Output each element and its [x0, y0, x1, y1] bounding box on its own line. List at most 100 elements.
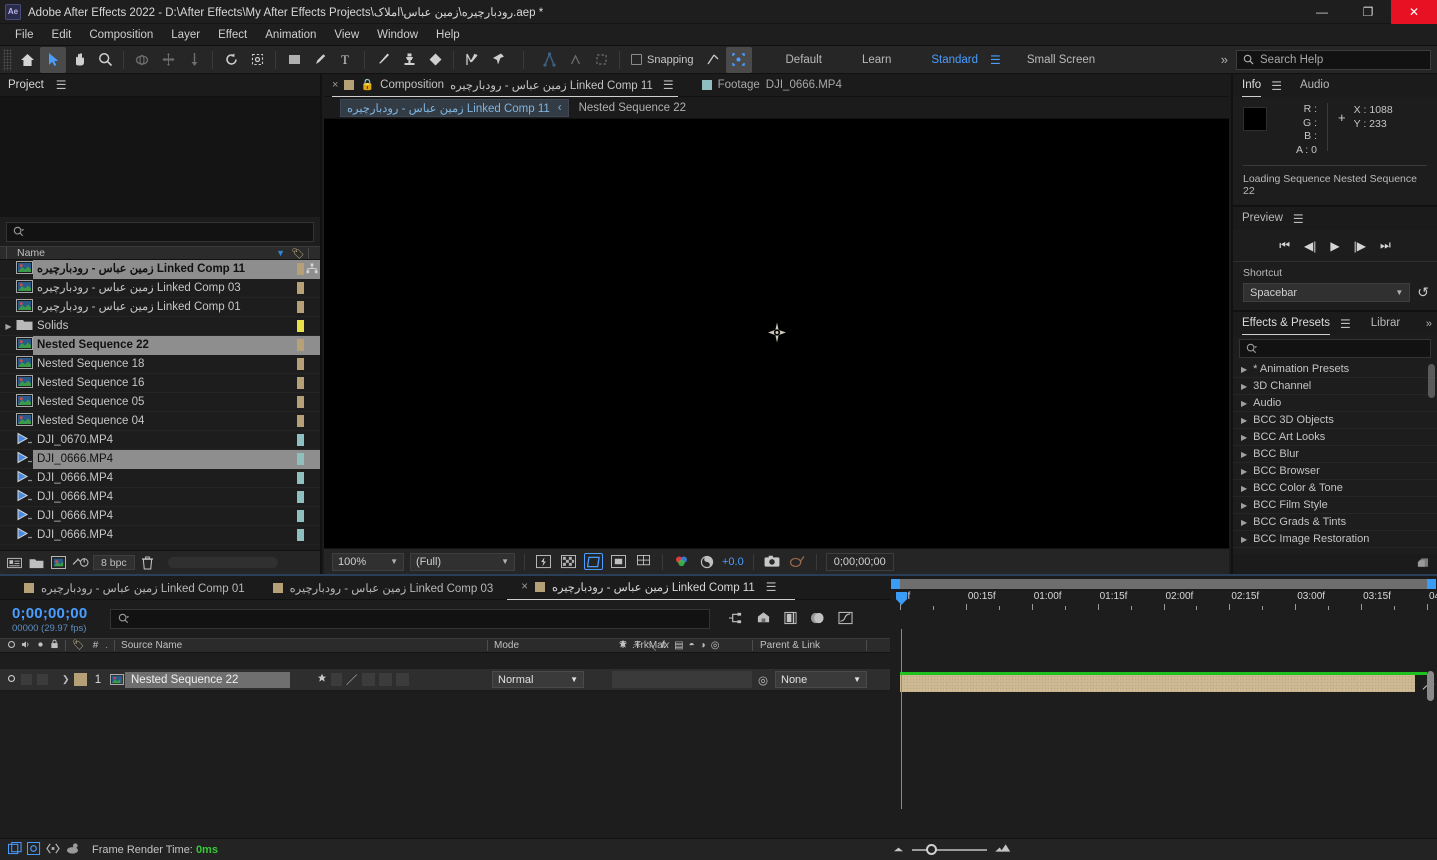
- item-label-color[interactable]: [297, 415, 304, 427]
- mode-dropdown[interactable]: Normal ▼: [492, 671, 584, 688]
- exposure-icon[interactable]: [697, 553, 716, 570]
- resolution-dropdown[interactable]: (Full) ▼: [410, 552, 515, 571]
- effects-category-row[interactable]: ▶ BCC Film Style: [1233, 497, 1437, 514]
- shortcut-dropdown[interactable]: Spacebar ▼: [1243, 283, 1411, 302]
- effects-category-row[interactable]: ▶ Audio: [1233, 395, 1437, 412]
- project-item[interactable]: DJI_0666.MP4: [0, 449, 320, 469]
- item-label-color[interactable]: [297, 472, 304, 484]
- composition-timecode[interactable]: 0;00;00;00: [825, 552, 894, 571]
- draft-3d-icon[interactable]: [756, 611, 771, 628]
- layer-name-toggle-icon[interactable]: .: [105, 640, 108, 651]
- lock-icon[interactable]: 🔒: [360, 78, 374, 91]
- column-name-label[interactable]: Name: [6, 247, 45, 259]
- grid-guides-icon[interactable]: [634, 553, 653, 570]
- project-item[interactable]: DJI_0666.MP4: [0, 488, 320, 507]
- playhead-line[interactable]: [901, 629, 902, 809]
- audio-toggle[interactable]: [21, 674, 32, 685]
- collapse-toggle[interactable]: [331, 673, 342, 686]
- snap-angle-icon[interactable]: [700, 47, 726, 73]
- item-label-color[interactable]: [297, 453, 304, 465]
- anchor-point-tool-icon[interactable]: [244, 47, 270, 73]
- brush-tool-icon[interactable]: [370, 47, 396, 73]
- disclosure-triangle-icon[interactable]: ▶: [1241, 365, 1247, 374]
- first-frame-icon[interactable]: ⏮: [1279, 238, 1290, 253]
- project-search-input[interactable]: [6, 222, 314, 242]
- project-interpret-footage-icon[interactable]: [5, 554, 24, 571]
- magnification-dropdown[interactable]: 100% ▼: [332, 552, 404, 571]
- sort-arrow-icon[interactable]: ▼: [276, 248, 285, 258]
- effects-category-row[interactable]: ▶ BCC Blur: [1233, 446, 1437, 463]
- composition-viewer[interactable]: [324, 119, 1229, 548]
- timeline-tab[interactable]: × زمین عباس - رودبارچیره Linked Comp 11 ☰: [507, 576, 795, 600]
- trkmat-header[interactable]: .TrkMat: [632, 640, 666, 651]
- item-label-color[interactable]: [297, 529, 304, 541]
- take-snapshot-icon[interactable]: [763, 553, 782, 570]
- trkmat-cell[interactable]: [612, 671, 752, 688]
- item-label-color[interactable]: [297, 491, 304, 503]
- disclosure-triangle-icon[interactable]: ▶: [1241, 535, 1247, 544]
- fast-preview-icon[interactable]: [534, 553, 553, 570]
- item-label-color[interactable]: [297, 358, 304, 370]
- bit-depth-button[interactable]: 8 bpc: [93, 555, 135, 570]
- work-area-bar[interactable]: [891, 579, 1436, 589]
- exposure-value[interactable]: +0.0: [722, 556, 744, 568]
- zoom-tool-icon[interactable]: [92, 47, 118, 73]
- puppet-pin-tool-icon[interactable]: [485, 47, 511, 73]
- shy-toggle[interactable]: [317, 673, 327, 686]
- menu-window[interactable]: Window: [368, 27, 427, 43]
- workspace-standard[interactable]: Standard: [911, 46, 984, 74]
- effects-scrollbar[interactable]: [1428, 364, 1435, 398]
- timeline-tab[interactable]: زمین عباس - رودبارچیره Linked Comp 03: [259, 576, 508, 600]
- maximize-icon[interactable]: ❐: [1345, 0, 1391, 24]
- timeline-track-area[interactable]: [890, 629, 1437, 838]
- work-area-end-handle[interactable]: [1427, 579, 1436, 589]
- menu-layer[interactable]: Layer: [162, 27, 209, 43]
- zoom-slider-track[interactable]: [912, 843, 987, 855]
- project-item[interactable]: DJI_0666.MP4: [0, 526, 320, 545]
- search-help-input[interactable]: Search Help: [1236, 49, 1431, 70]
- source-name-header[interactable]: Source Name: [121, 640, 182, 651]
- item-label-color[interactable]: [297, 263, 304, 275]
- effects-category-row[interactable]: ▶ BCC Color & Tone: [1233, 480, 1437, 497]
- tab-project[interactable]: Project: [8, 79, 52, 91]
- layer-duration-bar[interactable]: [900, 675, 1415, 692]
- menu-effect[interactable]: Effect: [209, 27, 256, 43]
- video-visibility-icon[interactable]: [7, 674, 16, 686]
- dolly-tool-icon[interactable]: [181, 47, 207, 73]
- region-of-interest-icon[interactable]: [584, 553, 603, 570]
- playhead-handle[interactable]: [896, 592, 907, 605]
- project-item[interactable]: زمین عباس - رودبارچیره Linked Comp 03: [0, 279, 320, 298]
- hide-expand-icon[interactable]: [46, 842, 60, 858]
- project-item[interactable]: Nested Sequence 05: [0, 393, 320, 412]
- parent-dropdown[interactable]: None ▼: [775, 671, 867, 688]
- item-label-color[interactable]: [297, 301, 304, 313]
- effects-category-row[interactable]: ▶ BCC Image Restoration: [1233, 531, 1437, 548]
- menu-file[interactable]: File: [6, 27, 43, 43]
- last-frame-icon[interactable]: ⏭: [1380, 238, 1391, 253]
- pan-tool-icon[interactable]: [155, 47, 181, 73]
- menu-composition[interactable]: Composition: [80, 27, 162, 43]
- effects-category-row[interactable]: ▶ BCC Browser: [1233, 463, 1437, 480]
- effects-category-row[interactable]: ▶ 3D Channel: [1233, 378, 1437, 395]
- menu-help[interactable]: Help: [427, 27, 469, 43]
- project-item-list[interactable]: زمین عباس - رودبارچیره Linked Comp 11 زمی…: [0, 260, 320, 550]
- play-icon[interactable]: ▶: [1330, 239, 1339, 253]
- effects-menu-icon[interactable]: ☰: [1336, 317, 1355, 331]
- info-menu-icon[interactable]: ☰: [1267, 79, 1286, 93]
- delete-icon[interactable]: [138, 554, 157, 571]
- frame-blending-icon[interactable]: [810, 611, 825, 628]
- disclosure-triangle-icon[interactable]: ▶: [4, 322, 13, 331]
- parent-pickwhip-icon[interactable]: ◎: [758, 673, 768, 687]
- item-label-color[interactable]: [297, 320, 304, 332]
- project-item[interactable]: Nested Sequence 22: [0, 335, 320, 355]
- close-icon[interactable]: ×: [332, 79, 338, 91]
- effects-search-input[interactable]: [1239, 339, 1431, 358]
- project-item[interactable]: Nested Sequence 16: [0, 374, 320, 393]
- tab-audio[interactable]: Audio: [1300, 74, 1329, 97]
- timeline-current-time[interactable]: 0;00;00;00 00000 (29.97 fps): [0, 605, 110, 634]
- item-label-color[interactable]: [297, 396, 304, 408]
- project-item[interactable]: زمین عباس - رودبارچیره Linked Comp 11: [0, 260, 320, 279]
- item-label-color[interactable]: [297, 510, 304, 522]
- timeline-search-input[interactable]: [110, 609, 710, 629]
- breadcrumb-current-comp[interactable]: زمین عباس - رودبارچیره Linked Comp 11 ‹: [340, 98, 569, 117]
